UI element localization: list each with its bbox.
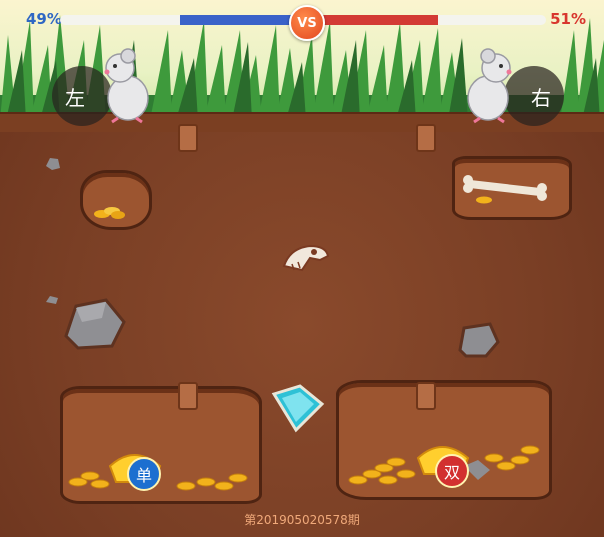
gold-coins-icon xyxy=(94,207,125,219)
dino-skull-icon xyxy=(282,244,330,272)
vs-badge: VS xyxy=(289,5,325,41)
tunnel-shaft xyxy=(178,382,198,410)
mouse-icon xyxy=(104,48,149,124)
rock-icon xyxy=(458,322,500,358)
period-number: 第201905020578期 xyxy=(244,513,360,527)
diamond-icon xyxy=(271,384,325,433)
rock-icon xyxy=(46,296,58,304)
right-percent: 51% xyxy=(550,10,586,28)
rock-icon xyxy=(46,158,60,170)
bet-left-label: 左 xyxy=(65,85,85,110)
right-progress-fill xyxy=(316,15,438,25)
tunnel-shaft xyxy=(178,124,198,152)
bet-right-label: 右 xyxy=(531,85,551,110)
left-progress-fill xyxy=(180,15,292,25)
game-stage: 49% VS 51% 左 右 单 双 第201905020578期 xyxy=(0,0,604,537)
tunnel-shaft xyxy=(416,382,436,410)
bone-icon xyxy=(463,175,547,204)
bet-odd-button[interactable]: 单 xyxy=(127,457,161,491)
left-percent: 49% xyxy=(26,10,62,28)
rock-icon xyxy=(64,298,126,350)
tunnel-shaft xyxy=(416,124,436,152)
mouse-icon xyxy=(467,48,512,124)
bet-odd-label: 单 xyxy=(135,466,152,485)
burrow-small xyxy=(80,170,152,230)
bet-even-button[interactable]: 双 xyxy=(435,454,469,488)
bet-even-label: 双 xyxy=(443,463,460,482)
